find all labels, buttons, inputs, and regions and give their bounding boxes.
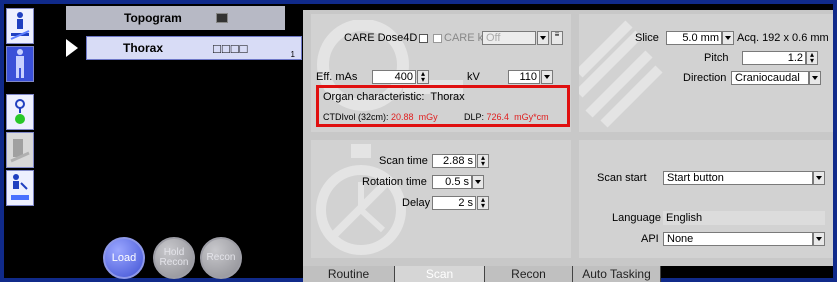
direction-select[interactable]: Craniocaudal [731,71,809,85]
series-label-topogram: Topogram [124,11,182,25]
rotation-time-dropdown-arrow[interactable] [472,175,484,189]
scan-start-section: Scan start Start button Language English… [579,140,833,258]
slice-dropdown-arrow[interactable] [722,31,734,45]
care-kv-select[interactable]: Off [482,31,536,45]
patient-model-icon[interactable] [6,46,34,82]
load-button-label: Load [111,252,137,264]
scanner-icon[interactable] [6,132,34,168]
scan-time-input[interactable]: 2.88 s [432,154,476,168]
api-label: API [641,233,659,245]
tab-routine[interactable]: Routine [303,266,395,282]
status-indicator-icon[interactable] [6,94,34,130]
eff-mas-label: Eff. mAs [316,71,358,83]
care-kv-checkbox[interactable] [433,34,442,43]
care-kv-settings-icon[interactable]: ≡ [551,31,563,45]
api-select[interactable]: None [663,232,813,246]
scan-time-spinner[interactable]: ▴ ▾ [477,154,489,168]
slice-label: Slice [635,32,659,44]
direction-dropdown-arrow[interactable] [809,71,821,85]
rotation-time-select[interactable]: 0.5 s [432,175,472,189]
pitch-label: Pitch [704,52,729,64]
scan-start-dropdown-arrow[interactable] [813,171,825,185]
hold-recon-label: Hold Recon [159,247,189,268]
series-status-boxes: □□□□ [213,40,249,56]
hold-recon-button[interactable]: Hold Recon [153,237,195,279]
series-label-thorax: Thorax [123,41,164,55]
transfer-icon[interactable] [6,170,34,206]
recon-button[interactable]: Recon [200,237,242,279]
kv-select[interactable]: 110 [508,70,540,84]
delay-spinner[interactable]: ▴ ▾ [477,196,489,210]
direction-label: Direction [683,72,727,84]
scan-start-label: Scan start [597,172,647,184]
patient-table-icon[interactable] [6,8,34,44]
timing-section: Scan time 2.88 s ▴ ▾ Rotation time 0.5 s … [311,140,571,258]
dose-highlight-box [316,85,570,127]
scan-time-label: Scan time [379,155,428,167]
language-value: English [663,211,825,225]
tab-auto-tasking[interactable]: Auto Tasking [573,266,661,282]
series-number: 1 [290,50,295,59]
pitch-spinner[interactable]: ▴ ▾ [806,51,818,65]
acquisition-label: Acq. 192 x 0.6 mm [737,32,829,44]
tab-scan[interactable]: Scan [395,266,485,282]
series-row-topogram[interactable]: Topogram [66,6,285,30]
care-kv-dropdown-arrow[interactable] [537,31,549,45]
language-label: Language [612,212,661,224]
eff-mas-input[interactable]: 400 [372,70,416,84]
scan-start-select[interactable]: Start button [663,171,813,185]
delay-input[interactable]: 2 s [432,196,476,210]
tab-recon[interactable]: Recon [485,266,573,282]
rotation-time-label: Rotation time [362,176,427,188]
slice-select[interactable]: 5.0 mm [666,31,722,45]
care-dose-label: CARE Dose4D [344,32,418,44]
load-button[interactable]: Load [103,237,145,279]
geometry-section: Slice 5.0 mm Acq. 192 x 0.6 mm Pitch 1.2… [579,14,833,132]
api-dropdown-arrow[interactable] [813,232,825,246]
kv-dropdown-arrow[interactable] [541,70,553,84]
series-row-thorax[interactable]: Thorax □□□□ 1 [86,36,302,60]
protocol-tabs: Routine Scan Recon Auto Tasking [303,266,833,282]
eff-mas-spinner[interactable]: ▴ ▾ [417,70,429,84]
kv-label: kV [467,71,480,83]
pitch-input[interactable]: 1.2 [742,51,806,65]
topogram-image-icon [216,13,228,23]
workflow-toolbar [4,4,34,274]
delay-label: Delay [402,197,431,209]
series-tree: Topogram Thorax □□□□ 1 [66,6,302,60]
care-dose-checkbox[interactable] [419,34,428,43]
recon-button-label: Recon [206,252,236,263]
scan-parameters-panel: CARE Dose4D CARE kV Off ≡ Eff. mAs 400 ▴… [303,10,833,266]
